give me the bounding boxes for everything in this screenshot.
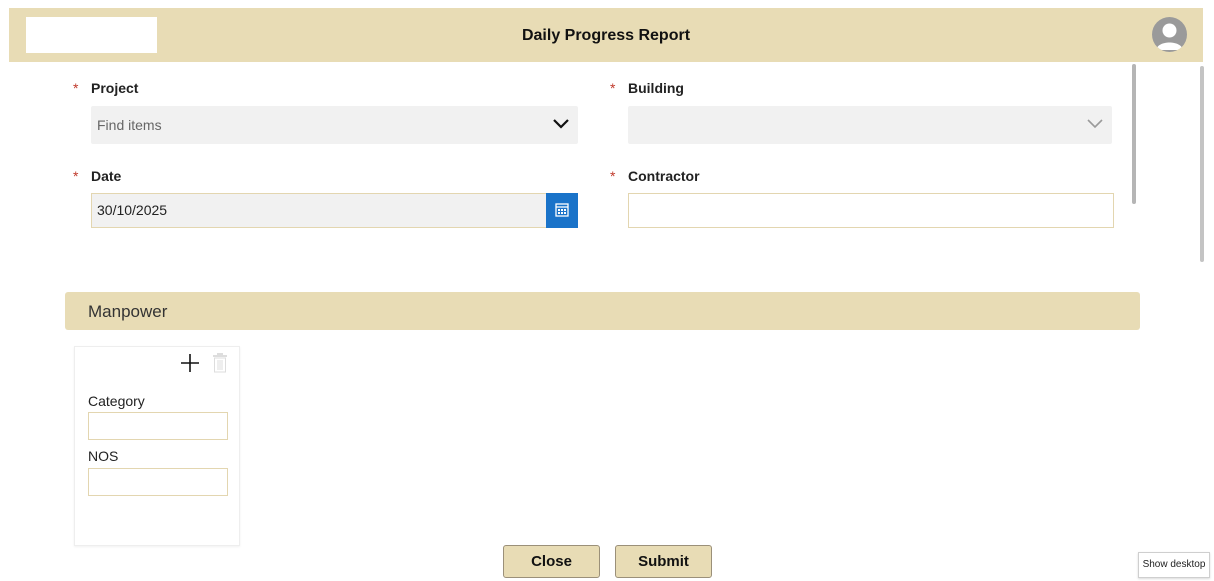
page-scrollbar[interactable] xyxy=(1200,66,1204,262)
manpower-section-title: Manpower xyxy=(88,302,168,321)
contractor-label: Contractor xyxy=(628,168,700,184)
delete-icon[interactable] xyxy=(212,353,228,373)
chevron-down-icon xyxy=(1087,119,1103,129)
form-scrollbar[interactable] xyxy=(1132,64,1136,204)
nos-input[interactable] xyxy=(88,468,228,496)
avatar[interactable] xyxy=(1152,17,1187,52)
project-select[interactable]: Find items xyxy=(91,106,578,144)
building-label: Building xyxy=(628,80,684,96)
manpower-section-header: Manpower xyxy=(65,292,1140,330)
contractor-required-mark: * xyxy=(610,168,616,184)
date-required-mark: * xyxy=(73,168,79,184)
date-input[interactable]: 30/10/2025 xyxy=(91,193,578,228)
project-label: Project xyxy=(91,80,139,96)
user-icon xyxy=(1156,23,1183,50)
building-select[interactable] xyxy=(628,106,1112,144)
calendar-icon xyxy=(555,203,569,217)
category-input[interactable] xyxy=(88,412,228,440)
nos-label: NOS xyxy=(88,448,119,464)
manpower-card: Category NOS xyxy=(74,346,240,546)
date-picker-button[interactable] xyxy=(546,193,578,228)
show-desktop-tooltip: Show desktop xyxy=(1138,552,1210,578)
page-title: Daily Progress Report xyxy=(521,27,691,44)
submit-button[interactable]: Submit xyxy=(615,545,712,578)
app-header: Daily Progress Report xyxy=(9,8,1203,62)
add-icon[interactable] xyxy=(180,353,200,373)
app-page: Daily Progress Report * Project Find ite… xyxy=(0,0,1214,581)
project-required-mark: * xyxy=(73,80,79,96)
project-placeholder: Find items xyxy=(97,117,162,133)
chevron-down-icon xyxy=(553,119,569,129)
date-value: 30/10/2025 xyxy=(97,202,168,218)
date-label: Date xyxy=(91,168,122,184)
close-button[interactable]: Close xyxy=(503,545,600,578)
category-label: Category xyxy=(88,393,145,409)
building-required-mark: * xyxy=(610,80,616,96)
contractor-input[interactable] xyxy=(628,193,1114,228)
